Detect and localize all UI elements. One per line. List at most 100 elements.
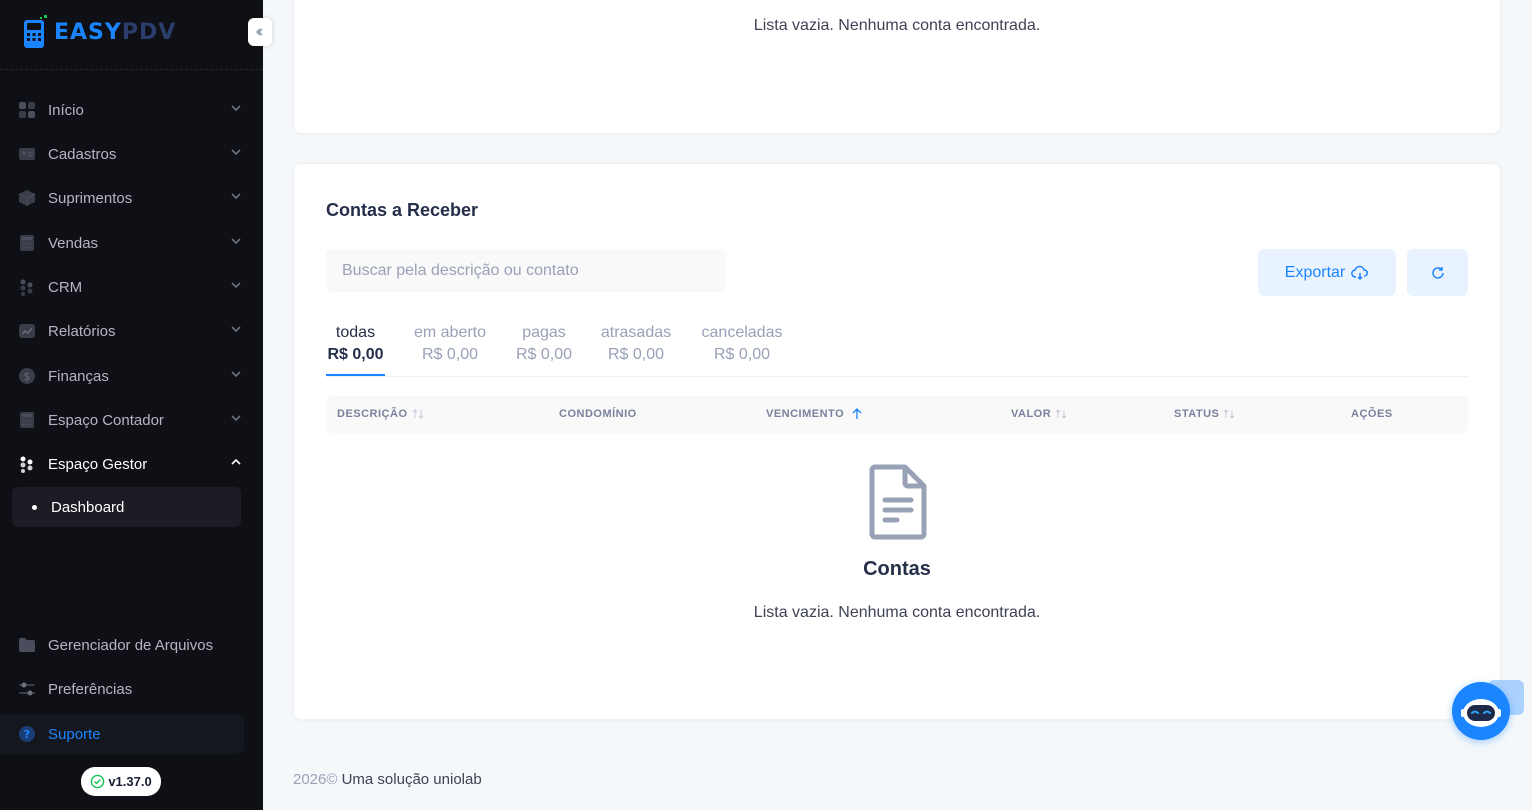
sidebar-item-suprimentos[interactable]: Suprimentos [0,176,263,220]
pos-terminal-icon [24,15,47,48]
people-icon [18,455,36,473]
bullet-icon [32,504,37,510]
card-title: Contas a Receber [326,200,479,220]
chevron-down-icon [231,282,241,289]
chevrons-left-icon [255,28,263,36]
refresh-icon [1431,266,1444,279]
tab-todas[interactable]: todas R$ 0,00 [326,324,385,364]
calculator-icon [18,411,36,429]
calculator-icon [18,234,36,252]
sidebar-item-preferencias[interactable]: Preferências [0,667,263,711]
version-badge: v1.37.0 [81,767,161,796]
sidebar-item-crm[interactable]: CRM [0,265,263,309]
empty-message: Lista vazia. Nenhuma conta encontrada. [753,604,1041,621]
sidebar-item-vendas[interactable]: Vendas [0,221,263,265]
sidebar-item-suporte[interactable]: ? Suporte [0,714,244,754]
brand-logo[interactable]: EASYPDV [22,14,176,50]
help-icon: ? [18,725,36,743]
sidebar-item-cadastros[interactable]: Cadastros [0,132,263,176]
home-icon [18,101,36,119]
sidebar-item-label: Suporte [48,725,101,743]
export-button[interactable]: Exportar [1258,249,1396,296]
sidebar-subitem-label: Dashboard [51,498,125,516]
tab-value: R$ 0,00 [327,346,384,363]
column-label: VALOR [1011,408,1052,420]
empty-title: Contas [863,558,931,580]
sort-asc-icon [852,408,862,419]
tab-label: canceladas [701,324,783,341]
sidebar-item-relatorios[interactable]: Relatórios [0,309,263,353]
export-label: Exportar [1284,263,1346,281]
id-card-icon [18,145,36,163]
sidebar-item-financas[interactable]: $ Finanças [0,354,263,398]
robot-icon [1461,699,1501,727]
tab-canceladas[interactable]: canceladas R$ 0,00 [698,324,786,364]
tab-label: todas [335,324,376,341]
brand-name: EASYPDV [54,20,176,45]
sidebar-subitem-dashboard[interactable]: Dashboard [12,487,241,527]
tab-value: R$ 0,00 [515,346,573,363]
footer-text[interactable]: Uma solução uniolab [342,771,482,788]
tab-pagas[interactable]: pagas R$ 0,00 [514,324,574,364]
brand-name-part1: EASY [54,19,122,45]
column-label: CONDOMÍNIO [559,408,637,420]
folder-icon [18,636,36,654]
chevron-down-icon [231,238,241,245]
column-label: AÇÕES [1351,408,1393,420]
svg-text:?: ? [24,728,30,741]
sidebar: EASYPDV Início Cadastros Suprimentos Ven… [0,0,263,810]
box-icon [18,189,36,207]
column-label: STATUS [1174,408,1220,420]
people-icon [18,278,36,296]
sidebar-item-espaco-contador[interactable]: Espaço Contador [0,398,263,442]
sidebar-item-inicio[interactable]: Início [0,88,263,132]
refresh-button[interactable] [1407,249,1468,296]
column-acoes: AÇÕES [1351,408,1393,420]
column-label: VENCIMENTO [766,408,845,420]
sort-icon [1055,409,1067,419]
footer-year: 2026© [293,771,338,788]
sidebar-collapse-button[interactable] [248,18,272,46]
chevron-up-icon [231,458,241,465]
chevron-down-icon [231,326,241,333]
search-input[interactable] [326,249,726,292]
tabs-divider [326,376,1468,377]
tab-atrasadas[interactable]: atrasadas R$ 0,00 [598,324,674,364]
document-icon [869,464,927,540]
tab-em-aberto[interactable]: em aberto R$ 0,00 [410,324,490,364]
sidebar-divider [0,69,263,70]
main-content: Lista vazia. Nenhuma conta encontrada. C… [263,0,1532,810]
column-valor[interactable]: VALOR [1011,408,1067,420]
sort-icon [412,409,423,419]
sidebar-item-gerenciador-arquivos[interactable]: Gerenciador de Arquivos [0,623,263,667]
svg-text:$: $ [24,370,31,383]
tab-value: R$ 0,00 [713,346,771,363]
chart-icon [18,322,36,340]
contas-pagar-card: Lista vazia. Nenhuma conta encontrada. [293,0,1501,134]
table-header: DESCRIÇÃO CONDOMÍNIO VENCIMENTO VALOR ST… [326,396,1468,433]
chevron-down-icon [231,193,241,200]
tab-label: atrasadas [600,324,672,341]
check-circle-icon [91,774,105,789]
sort-icon [1224,409,1235,419]
tab-label: em aberto [413,324,487,341]
sidebar-item-label: Gerenciador de Arquivos [48,636,214,654]
chevron-down-icon [231,105,241,112]
column-descricao[interactable]: DESCRIÇÃO [337,408,424,420]
chevron-down-icon [231,371,241,378]
column-vencimento[interactable]: VENCIMENTO [766,408,864,420]
column-label: DESCRIÇÃO [337,408,408,420]
chatbot-button[interactable] [1452,682,1510,740]
column-status[interactable]: STATUS [1174,408,1235,420]
tab-value: R$ 0,00 [607,346,665,363]
sidebar-item-label: Preferências [48,680,133,698]
chevron-down-icon [231,149,241,156]
chevron-down-icon [231,415,241,422]
empty-message: Lista vazia. Nenhuma conta encontrada. [753,17,1041,34]
footer: 2026© Uma solução uniolab [293,771,482,788]
tab-value: R$ 0,00 [421,346,479,363]
column-condominio: CONDOMÍNIO [559,408,637,420]
cloud-download-icon [1351,265,1369,280]
sidebar-item-espaco-gestor[interactable]: Espaço Gestor [0,442,263,486]
contas-receber-card: Contas a Receber Exportar todas R$ 0,00 … [293,163,1501,720]
